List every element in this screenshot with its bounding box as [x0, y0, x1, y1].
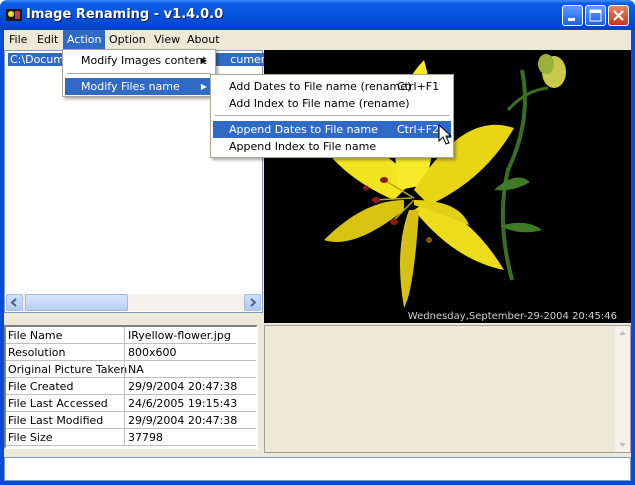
- menu-item-shortcut: Ctrl+F1: [397, 80, 440, 93]
- menu-view[interactable]: View: [150, 30, 184, 49]
- menu-separator: [67, 73, 211, 74]
- scroll-right-button[interactable]: [244, 294, 261, 311]
- chevron-down-icon: [619, 443, 626, 447]
- menu-separator: [215, 115, 449, 116]
- chevron-right-icon: [250, 298, 257, 307]
- menu-item-modify-files-name[interactable]: Modify Files name ▶: [65, 78, 213, 95]
- info-scroll-strip: [258, 325, 262, 449]
- info-value: 29/9/2004 20:47:38: [128, 414, 238, 427]
- submenu-arrow-icon: ▶: [200, 82, 207, 91]
- menu-file[interactable]: File: [5, 30, 31, 49]
- menu-item-label: Append Index to File name: [229, 140, 377, 153]
- minimize-icon: [568, 18, 575, 21]
- info-key: Resolution: [8, 346, 66, 359]
- table-row: File Name IRyellow-flower.jpg: [6, 327, 256, 344]
- menu-item-append-dates[interactable]: Append Dates to File name Ctrl+F2: [213, 121, 451, 138]
- table-row: Resolution 800x600: [6, 344, 256, 361]
- horizontal-scrollbar[interactable]: [6, 294, 261, 311]
- menu-item-label: Modify Files name: [81, 80, 180, 93]
- menu-about[interactable]: About: [183, 30, 224, 49]
- menu-item-modify-images-content[interactable]: Modify Images content ▶: [65, 52, 213, 69]
- files-name-submenu: Add Dates to File name (rename) Ctrl+F1 …: [210, 74, 454, 158]
- close-button[interactable]: [608, 5, 629, 26]
- table-row: File Size 37798: [6, 429, 256, 446]
- column-divider: [124, 429, 125, 446]
- details-pane[interactable]: [264, 325, 631, 453]
- scroll-thumb[interactable]: [25, 294, 128, 311]
- menu-item-label: Modify Images content: [81, 54, 207, 67]
- column-divider: [124, 412, 125, 429]
- scroll-down-button[interactable]: [615, 437, 630, 452]
- column-divider: [124, 378, 125, 395]
- table-row: File Last Modified 29/9/2004 20:47:38: [6, 412, 256, 429]
- menu-item-label: Add Index to File name (rename): [229, 97, 410, 110]
- menu-item-append-index[interactable]: Append Index to File name: [213, 138, 451, 155]
- info-key: File Last Accessed: [8, 397, 108, 410]
- scroll-up-button[interactable]: [615, 326, 630, 341]
- menu-item-add-dates-rename[interactable]: Add Dates to File name (rename) Ctrl+F1: [213, 78, 451, 95]
- menu-item-label: Append Dates to File name: [229, 123, 378, 136]
- action-menu: Modify Images content ▶ Modify Files nam…: [62, 49, 216, 97]
- close-icon: [613, 10, 624, 21]
- maximize-button[interactable]: [585, 5, 606, 26]
- table-row: File Created 29/9/2004 20:47:38: [6, 378, 256, 395]
- submenu-arrow-icon: ▶: [200, 56, 207, 65]
- info-key: File Last Modified: [8, 414, 104, 427]
- scroll-left-button[interactable]: [6, 294, 23, 311]
- info-value: 24/6/2005 19:15:43: [128, 397, 238, 410]
- file-info-table: File Name IRyellow-flower.jpg Resolution…: [4, 325, 258, 449]
- column-divider: [124, 327, 125, 344]
- column-divider: [124, 395, 125, 412]
- menu-item-add-index-rename[interactable]: Add Index to File name (rename): [213, 95, 451, 112]
- minimize-button[interactable]: [562, 5, 583, 26]
- chevron-up-icon: [619, 331, 626, 335]
- app-icon: [6, 9, 22, 21]
- info-value: 800x600: [128, 346, 177, 359]
- column-divider: [124, 361, 125, 378]
- menu-option[interactable]: Option: [105, 30, 150, 49]
- table-row: Original Picture Taken NA: [6, 361, 256, 378]
- info-value: IRyellow-flower.jpg: [128, 329, 231, 342]
- vertical-scrollbar[interactable]: [615, 326, 630, 452]
- app-window: Image Renaming - v1.4.0.0 File Edit Acti…: [0, 0, 635, 485]
- menu-edit[interactable]: Edit: [33, 30, 62, 49]
- menu-bar: File Edit Action Option View About: [4, 30, 631, 49]
- chevron-left-icon: [10, 298, 17, 307]
- window-title: Image Renaming - v1.4.0.0: [26, 7, 224, 22]
- column-divider: [124, 344, 125, 361]
- status-bar: [4, 457, 631, 481]
- info-key: File Name: [8, 329, 63, 342]
- menu-item-label: Add Dates to File name (rename): [229, 80, 412, 93]
- info-value: NA: [128, 363, 144, 376]
- menu-action[interactable]: Action: [63, 30, 106, 49]
- maximize-icon: [589, 9, 602, 22]
- photo-timestamp: Wednesday,September-29-2004 20:45:46: [407, 311, 617, 322]
- info-key: File Size: [8, 431, 53, 444]
- title-bar[interactable]: Image Renaming - v1.4.0.0: [0, 0, 635, 30]
- info-value: 29/9/2004 20:47:38: [128, 380, 238, 393]
- info-key: File Created: [8, 380, 74, 393]
- info-key: Original Picture Taken: [8, 363, 128, 376]
- menu-item-shortcut: Ctrl+F2: [397, 123, 440, 136]
- table-row: File Last Accessed 24/6/2005 19:15:43: [6, 395, 256, 412]
- mouse-cursor-icon: [438, 124, 452, 145]
- info-value: 37798: [128, 431, 163, 444]
